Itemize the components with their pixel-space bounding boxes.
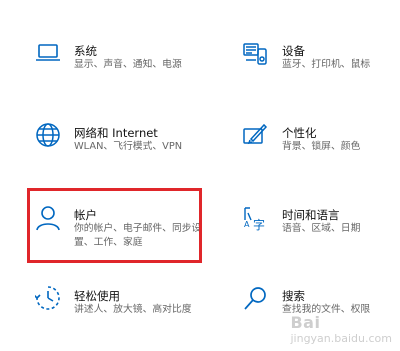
time-language-icon: A 字 bbox=[242, 205, 268, 231]
tile-description: 讲述人、放大镜、高对比度 bbox=[74, 304, 192, 315]
svg-text:字: 字 bbox=[253, 217, 265, 231]
ease-of-access-icon bbox=[35, 285, 61, 311]
tile-description: 语音、区域、日期 bbox=[282, 223, 361, 234]
search-icon bbox=[242, 285, 268, 311]
highlight-box bbox=[27, 188, 202, 263]
svg-text:A: A bbox=[244, 220, 250, 229]
watermark-url: jingyan.baidu.com bbox=[290, 332, 392, 345]
globe-icon bbox=[35, 122, 61, 148]
personalization-icon bbox=[242, 122, 268, 148]
watermark: Bai jingyan.baidu.com bbox=[290, 313, 392, 345]
tile-description: 背景、锁屏、颜色 bbox=[282, 141, 361, 152]
tile-description: WLAN、飞行模式、VPN bbox=[74, 141, 183, 152]
devices-icon bbox=[242, 40, 268, 66]
watermark-logo: Bai bbox=[290, 313, 321, 332]
laptop-icon bbox=[35, 40, 61, 66]
tile-description: 蓝牙、打印机、鼠标 bbox=[282, 59, 371, 70]
tile-description: 显示、声音、通知、电源 bbox=[74, 59, 182, 70]
